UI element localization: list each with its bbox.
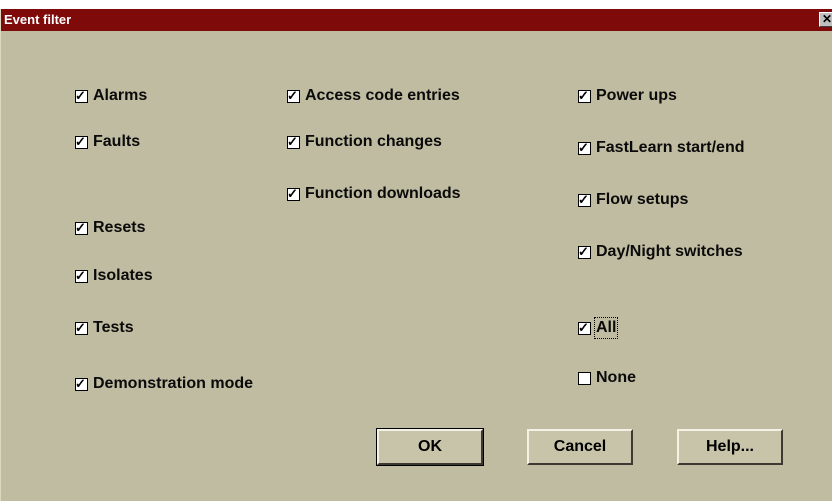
checkbox-box[interactable]: ✓ [578, 88, 591, 103]
checkbox-box[interactable]: ✓ [578, 320, 591, 335]
check-icon: ✓ [75, 375, 86, 391]
checkbox-box[interactable]: ✓ [75, 220, 88, 235]
title-bar[interactable]: Event filter ✕ [1, 9, 832, 31]
cancel-button[interactable]: Cancel [527, 429, 633, 465]
checkbox-label: Flow setups [596, 191, 689, 208]
event-filter-dialog: Event filter ✕ ✓ Alarms ✓ Faults ✓ Reset… [0, 9, 832, 501]
checkbox-power-ups[interactable]: ✓ Power ups [578, 87, 677, 105]
checkbox-function-changes[interactable]: ✓ Function changes [287, 133, 442, 151]
check-icon: ✓ [75, 133, 86, 149]
checkbox-label: Tests [93, 319, 134, 336]
checkbox-box[interactable]: ✓ [287, 88, 300, 103]
checkbox-box[interactable]: ✓ [578, 244, 591, 259]
checkbox-label: Day/Night switches [596, 243, 743, 260]
checkbox-box[interactable]: ✓ [578, 140, 591, 155]
checkbox-box[interactable]: ✓ [75, 268, 88, 283]
check-icon: ✓ [578, 319, 589, 335]
check-icon: ✓ [578, 191, 589, 207]
checkbox-faults[interactable]: ✓ Faults [75, 133, 140, 151]
close-button[interactable]: ✕ [819, 12, 832, 27]
check-icon: ✓ [578, 139, 589, 155]
check-icon: ✓ [578, 87, 589, 103]
checkbox-label: None [596, 369, 636, 386]
checkbox-label: Demonstration mode [93, 375, 254, 392]
checkbox-fastlearn-start-end[interactable]: ✓ FastLearn start/end [578, 139, 744, 157]
help-button[interactable]: Help... [677, 429, 783, 465]
close-icon: ✕ [821, 12, 832, 26]
checkbox-box[interactable]: ✓ [578, 192, 591, 207]
checkbox-access-code-entries[interactable]: ✓ Access code entries [287, 87, 460, 105]
checkbox-box[interactable]: ✓ [287, 134, 300, 149]
checkbox-label: Function changes [305, 133, 442, 150]
check-icon: ✓ [287, 87, 298, 103]
checkbox-label: FastLearn start/end [596, 139, 745, 156]
checkbox-all[interactable]: ✓ All [578, 317, 619, 339]
checkbox-function-downloads[interactable]: ✓ Function downloads [287, 185, 461, 203]
checkbox-none[interactable]: ✓ None [578, 369, 636, 387]
checkbox-box[interactable]: ✓ [75, 376, 88, 391]
checkbox-label: Faults [93, 133, 141, 150]
checkbox-label: Power ups [596, 87, 677, 104]
checkbox-label: Access code entries [305, 87, 460, 104]
checkbox-box[interactable]: ✓ [75, 320, 88, 335]
checkbox-box[interactable]: ✓ [578, 371, 591, 385]
checkbox-box[interactable]: ✓ [75, 88, 88, 103]
checkbox-alarms[interactable]: ✓ Alarms [75, 87, 147, 105]
checkbox-isolates[interactable]: ✓ Isolates [75, 267, 153, 285]
checkbox-label: All [593, 317, 619, 339]
check-icon: ✓ [287, 133, 298, 149]
check-icon: ✓ [578, 243, 589, 259]
checkbox-resets[interactable]: ✓ Resets [75, 219, 145, 237]
checkbox-flow-setups[interactable]: ✓ Flow setups [578, 191, 688, 209]
check-icon: ✓ [287, 185, 298, 201]
checkbox-box[interactable]: ✓ [75, 134, 88, 149]
check-icon: ✓ [75, 319, 86, 335]
check-icon: ✓ [75, 267, 86, 283]
checkbox-label: Alarms [93, 87, 148, 104]
checkbox-tests[interactable]: ✓ Tests [75, 319, 134, 337]
checkbox-day-night-switches[interactable]: ✓ Day/Night switches [578, 243, 743, 261]
checkbox-label: Resets [93, 219, 146, 236]
ok-button[interactable]: OK [376, 428, 484, 466]
window-title: Event filter [4, 12, 72, 27]
checkbox-label: Function downloads [305, 185, 461, 202]
checkbox-box[interactable]: ✓ [287, 186, 300, 201]
check-icon: ✓ [75, 219, 86, 235]
checkbox-demonstration-mode[interactable]: ✓ Demonstration mode [75, 375, 253, 393]
checkbox-label: Isolates [93, 267, 153, 284]
check-icon: ✓ [75, 87, 86, 103]
